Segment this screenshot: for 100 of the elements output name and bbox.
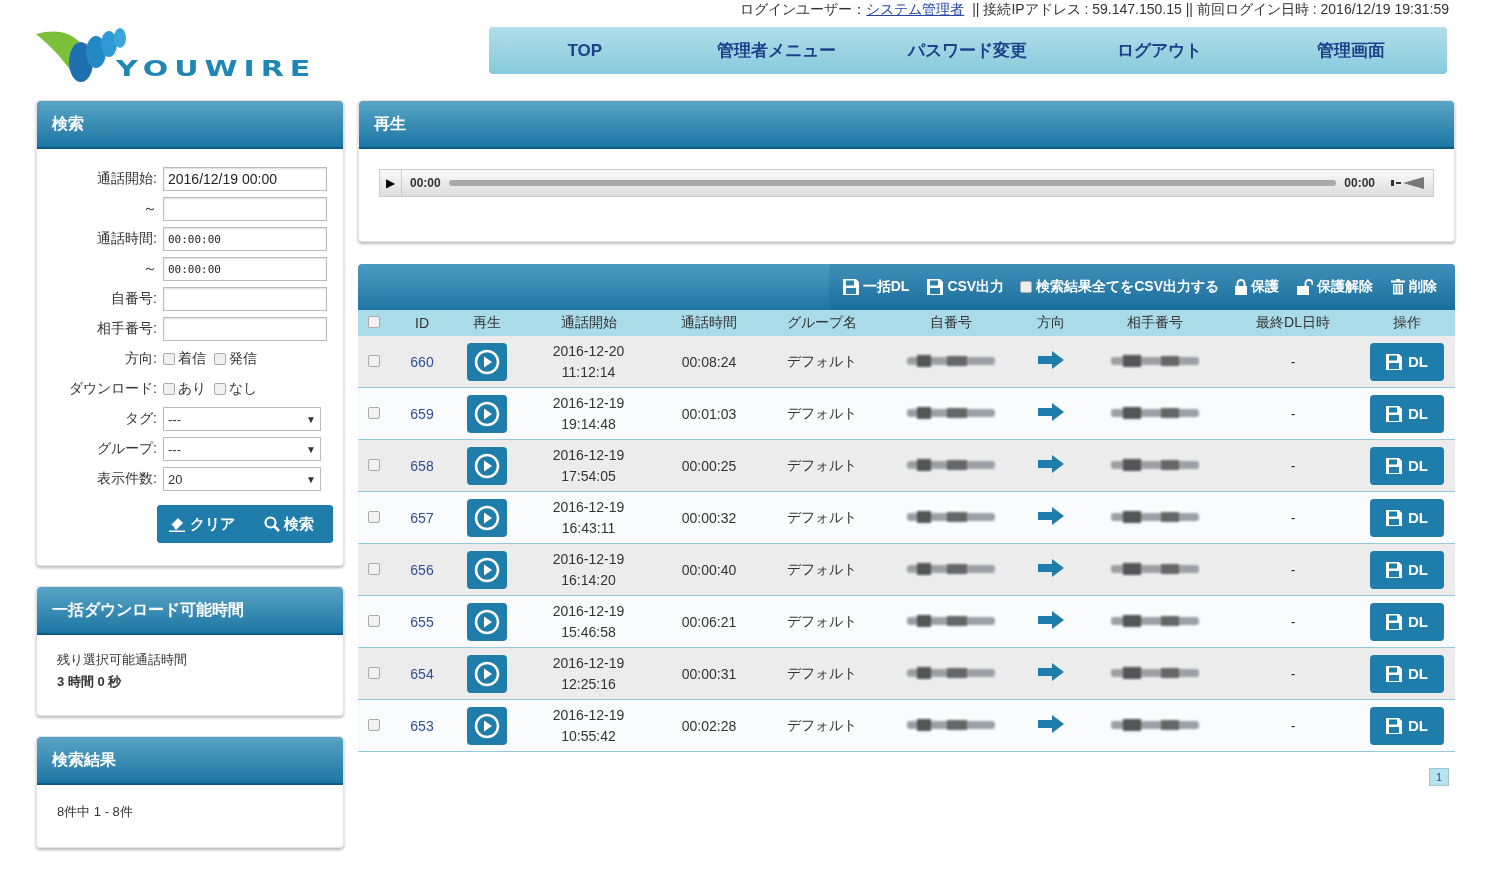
play-button[interactable]	[467, 602, 507, 641]
play-button[interactable]	[467, 394, 507, 433]
arrow-right-icon	[1037, 663, 1064, 681]
lock-button[interactable]: 保護解除	[1295, 274, 1375, 300]
delete-button[interactable]: 削除	[1389, 274, 1439, 300]
download-button[interactable]: DL	[1370, 654, 1444, 693]
field-label: ダウンロード:	[68, 380, 158, 398]
trash-icon	[1391, 279, 1405, 295]
column-header: 方向	[1036, 314, 1065, 330]
input-field[interactable]: 00:00:00	[163, 257, 327, 281]
arrow-right-icon	[1037, 403, 1064, 421]
table-cell: -	[1290, 509, 1296, 526]
id-link[interactable]: 657	[410, 509, 434, 526]
table-cell-text: 2016-12-19 19:14:48	[552, 393, 625, 434]
checkbox[interactable]	[368, 562, 380, 575]
table-cell: デフォルト	[787, 612, 857, 629]
download-button[interactable]: 一括DL	[840, 274, 912, 300]
arrow-right-icon	[1037, 455, 1064, 473]
table-cell: 00:06:21	[681, 613, 737, 630]
select-field[interactable]: 20 ▼	[163, 467, 321, 491]
select-field[interactable]: --- ▼	[163, 437, 321, 461]
user-link[interactable]: システム管理者	[866, 1, 965, 17]
panel-title: 検索	[52, 113, 84, 134]
checkbox-label: 検索結果全てをCSV出力する	[1036, 278, 1219, 296]
input-field[interactable]: 2016/12/19 00:00	[163, 167, 327, 191]
checkbox[interactable]	[163, 383, 175, 395]
nav-link[interactable]: ログアウト	[1063, 39, 1256, 62]
arrow-right-icon	[1037, 715, 1064, 733]
play-button[interactable]	[467, 446, 507, 485]
id-link[interactable]: 656	[410, 561, 434, 578]
id-link[interactable]: 654	[410, 665, 434, 682]
download-button[interactable]: DL	[1370, 342, 1444, 381]
input-field[interactable]	[163, 287, 327, 311]
table-cell-text: 2016-12-19 12:25:16	[552, 653, 625, 694]
column-header: 通話時間	[681, 314, 737, 330]
checkbox-label: なし	[229, 380, 257, 398]
table-cell: -	[1290, 717, 1296, 734]
column-header: 自番号	[929, 314, 972, 330]
play-button[interactable]	[467, 706, 507, 745]
volume-icon[interactable]	[1391, 177, 1425, 189]
table-cell: デフォルト	[787, 404, 857, 421]
table-cell: 00:00:32	[681, 509, 737, 526]
field-label: 相手番号:	[96, 320, 158, 338]
id-link[interactable]: 658	[410, 457, 434, 474]
login-info: || 接続IPアドレス : 59.147.150.15 || 前回ログイン日時 : 2016/12/19 19:31:59	[972, 1, 1449, 17]
play-button[interactable]	[467, 342, 507, 381]
download-button[interactable]: DL	[1370, 706, 1444, 745]
results-summary: 8件中 1 - 8件	[57, 803, 134, 821]
id-link[interactable]: 655	[410, 613, 434, 630]
download-button[interactable]: CSV出力	[925, 274, 1007, 300]
play-button[interactable]	[467, 654, 507, 693]
download-button[interactable]: DL	[1370, 602, 1444, 641]
nav-link[interactable]: TOP	[489, 40, 681, 61]
table-cell-text: 2016-12-19 17:54:05	[552, 445, 625, 486]
checkbox[interactable]	[1020, 281, 1033, 293]
panel-title: 再生	[374, 113, 406, 134]
play-button[interactable]: ▶	[380, 170, 402, 196]
checkbox[interactable]	[368, 458, 380, 471]
checkbox[interactable]	[368, 354, 380, 367]
checkbox[interactable]	[214, 383, 226, 395]
id-link[interactable]: 659	[410, 405, 434, 422]
current-time: 00:00	[410, 176, 441, 190]
checkbox[interactable]	[368, 666, 380, 679]
panel-title: 一括ダウンロード可能時間	[52, 599, 244, 620]
column-header: 相手番号	[1127, 314, 1183, 330]
table-cell: デフォルト	[787, 716, 857, 733]
input-field[interactable]	[163, 317, 327, 341]
download-button[interactable]: DL	[1370, 394, 1444, 433]
checkbox[interactable]	[368, 718, 380, 731]
table-cell: デフォルト	[787, 508, 857, 525]
table-cell: デフォルト	[787, 664, 857, 681]
input-field[interactable]	[163, 197, 327, 221]
table-cell: -	[1290, 561, 1296, 578]
eraser-icon	[167, 516, 186, 532]
play-button[interactable]	[467, 498, 507, 537]
checkbox[interactable]	[368, 614, 380, 627]
input-field[interactable]: 00:00:00	[163, 227, 327, 251]
select-field[interactable]: --- ▼	[163, 407, 321, 431]
nav-link[interactable]: 管理者メニュー	[680, 39, 873, 62]
checkbox[interactable]	[368, 316, 380, 328]
lock-button[interactable]: 保護	[1233, 274, 1281, 300]
arrow-right-icon	[1037, 507, 1064, 525]
table-cell: 00:00:31	[681, 665, 737, 682]
id-link[interactable]: 653	[410, 717, 434, 734]
table-cell: 00:02:28	[681, 717, 737, 734]
nav-link[interactable]: 管理画面	[1255, 39, 1447, 62]
page-link[interactable]: 1	[1428, 768, 1449, 786]
field-label: 自番号:	[110, 290, 158, 308]
field-label: グループ:	[96, 440, 158, 458]
download-button[interactable]: DL	[1370, 446, 1444, 485]
nav-link[interactable]: パスワード変更	[872, 39, 1064, 62]
checkbox[interactable]	[163, 353, 175, 365]
id-link[interactable]: 660	[410, 353, 434, 370]
checkbox[interactable]	[368, 510, 380, 523]
download-button[interactable]: DL	[1370, 550, 1444, 589]
table-cell: デフォルト	[787, 352, 857, 369]
play-button[interactable]	[467, 550, 507, 589]
checkbox[interactable]	[368, 406, 380, 419]
download-button[interactable]: DL	[1370, 498, 1444, 537]
checkbox[interactable]	[214, 353, 226, 365]
